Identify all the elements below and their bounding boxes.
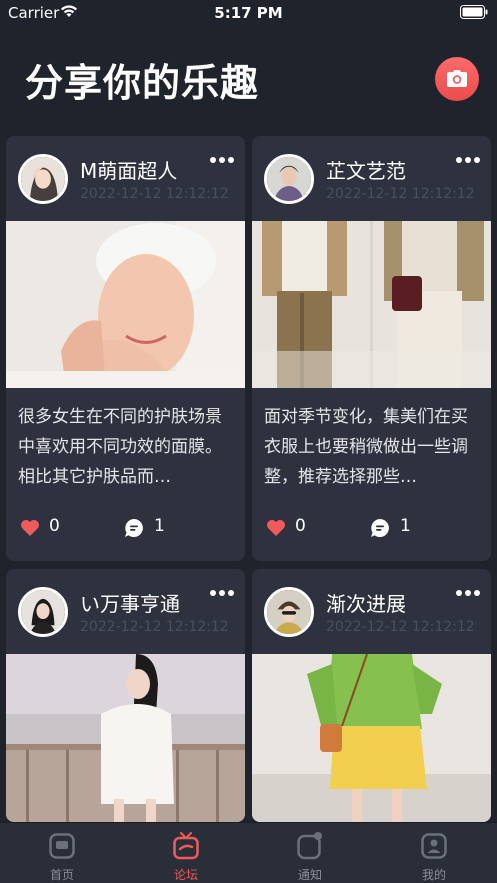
post-username[interactable]: M萌面超人 — [80, 155, 177, 184]
post-timestamp: 2022-12-12 12:12:12 — [80, 619, 229, 635]
avatar[interactable] — [18, 154, 68, 204]
comment-icon[interactable] — [370, 518, 390, 538]
post-image[interactable] — [6, 654, 245, 822]
post-card[interactable]: M萌面超人 2022-12-12 12:12:12 很多女生在不同的护肤场景中喜… — [6, 136, 245, 561]
home-icon — [49, 833, 75, 859]
like-count: 0 — [49, 516, 60, 536]
post-timestamp: 2022-12-12 12:12:12 — [326, 186, 475, 202]
camera-icon — [447, 70, 467, 87]
post-card[interactable]: 渐次进展 2022-12-12 12:12:12 — [252, 569, 491, 822]
post-image[interactable] — [252, 221, 491, 388]
post-username[interactable]: 芷文艺范 — [326, 155, 406, 184]
post-card[interactable]: い万事亨通 2022-12-12 12:12:12 — [6, 569, 245, 822]
tab-label: 首页 — [49, 868, 74, 882]
profile-icon — [421, 833, 447, 859]
comment-icon[interactable] — [124, 518, 144, 538]
avatar[interactable] — [18, 587, 68, 637]
tab-notification[interactable]: 通知 — [248, 823, 372, 883]
heart-icon[interactable] — [20, 519, 40, 537]
post-username[interactable]: い万事亨通 — [80, 588, 180, 617]
like-count: 0 — [295, 516, 306, 536]
tab-home[interactable]: 首页 — [0, 823, 124, 883]
avatar[interactable] — [264, 587, 314, 637]
heart-icon[interactable] — [266, 519, 286, 537]
forum-icon — [173, 832, 199, 860]
avatar[interactable] — [264, 154, 314, 204]
battery-icon — [460, 5, 488, 19]
more-icon[interactable] — [455, 589, 481, 597]
tab-label: 通知 — [297, 868, 322, 882]
more-icon[interactable] — [209, 589, 235, 597]
tab-profile[interactable]: 我的 — [372, 823, 496, 883]
comment-count: 1 — [400, 516, 411, 536]
tab-label: 论坛 — [173, 868, 198, 882]
post-username[interactable]: 渐次进展 — [326, 588, 406, 617]
camera-button[interactable] — [435, 57, 479, 101]
page-title: 分享你的乐趣 — [25, 61, 260, 105]
tab-label: 我的 — [421, 868, 446, 882]
tab-forum[interactable]: 论坛 — [124, 823, 248, 883]
comment-count: 1 — [154, 516, 165, 536]
post-image[interactable] — [6, 221, 245, 388]
notification-icon — [297, 832, 322, 860]
post-card[interactable]: 芷文艺范 2022-12-12 12:12:12 面对季节变化，集美们在买衣服上… — [252, 136, 491, 561]
tab-bar: 首页 论坛 通知 我的 — [0, 822, 497, 883]
post-timestamp: 2022-12-12 12:12:12 — [80, 186, 229, 202]
post-timestamp: 2022-12-12 12:12:12 — [326, 619, 475, 635]
more-icon[interactable] — [209, 156, 235, 164]
post-description[interactable]: 很多女生在不同的护肤场景中喜欢用不同功效的面膜。相比其它护肤品而… — [18, 402, 233, 492]
more-icon[interactable] — [455, 156, 481, 164]
post-image[interactable] — [252, 654, 491, 822]
status-time: 5:17 PM — [214, 4, 283, 22]
post-description[interactable]: 面对季节变化，集美们在买衣服上也要稍微做出一些调整，推荐选择那些… — [264, 402, 479, 492]
status-bar: Carrier 5:17 PM — [0, 0, 497, 26]
